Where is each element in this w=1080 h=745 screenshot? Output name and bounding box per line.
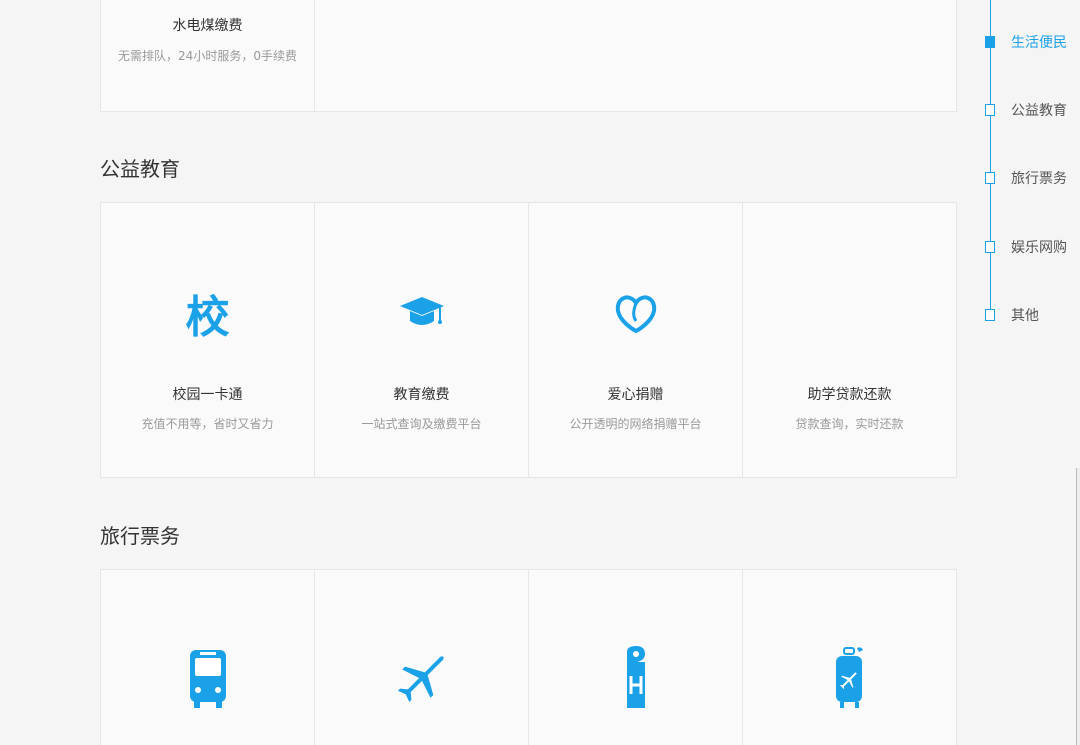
card-title: 助学贷款还款 bbox=[807, 387, 892, 403]
card-desc: 一站式查询及缴费平台 bbox=[361, 417, 482, 431]
side-nav: 生活便民 公益教育 旅行票务 娱乐网购 其他 bbox=[980, 0, 1080, 340]
scrollbar[interactable] bbox=[1076, 468, 1080, 745]
travel-card-row bbox=[100, 569, 957, 745]
card-title: 爱心捐赠 bbox=[607, 387, 664, 403]
flight-ticket-card[interactable] bbox=[315, 570, 529, 745]
card-desc: 无需排队，24小时服务，0手续费 bbox=[118, 49, 297, 63]
card-title: 水电煤缴费 bbox=[172, 18, 243, 34]
side-nav-label: 生活便民 bbox=[1011, 35, 1067, 51]
airplane-icon bbox=[392, 648, 452, 708]
section-title-travel: 旅行票务 bbox=[100, 524, 180, 548]
life-card-row: 水电煤缴费 无需排队，24小时服务，0手续费 bbox=[100, 0, 957, 112]
card-desc: 贷款查询，实时还款 bbox=[795, 417, 904, 431]
side-nav-item-travel[interactable]: 旅行票务 bbox=[985, 168, 1067, 188]
side-nav-item-other[interactable]: 其他 bbox=[985, 305, 1039, 325]
luggage-icon bbox=[820, 647, 880, 708]
side-nav-item-life[interactable]: 生活便民 bbox=[985, 32, 1067, 52]
bullet-square-icon bbox=[985, 36, 995, 48]
empty-card bbox=[315, 0, 956, 111]
bus-icon bbox=[178, 648, 238, 708]
heart-icon bbox=[606, 283, 666, 343]
bullet-square-icon bbox=[985, 104, 995, 116]
card-title: 校园一卡通 bbox=[172, 387, 243, 403]
side-nav-label: 公益教育 bbox=[1011, 103, 1067, 119]
side-nav-label: 娱乐网购 bbox=[1011, 240, 1067, 256]
page: 水电煤缴费 无需排队，24小时服务，0手续费 公益教育 校 校园一卡通 充值不用… bbox=[0, 0, 1080, 745]
card-title: 教育缴费 bbox=[393, 387, 450, 403]
utility-payment-card[interactable]: 水电煤缴费 无需排队，24小时服务，0手续费 bbox=[101, 0, 315, 111]
hotel-tag-icon bbox=[606, 646, 666, 708]
bullet-square-icon bbox=[985, 241, 995, 253]
card-desc: 充值不用等，省时又省力 bbox=[141, 417, 274, 431]
student-loan-card[interactable]: 助学贷款还款 贷款查询，实时还款 bbox=[743, 203, 956, 477]
edu-card-row: 校 校园一卡通 充值不用等，省时又省力 教育缴费 一站式查询及缴费平台 爱心捐赠… bbox=[100, 202, 957, 478]
card-desc: 公开透明的网络捐赠平台 bbox=[569, 417, 702, 431]
campus-card-card[interactable]: 校 校园一卡通 充值不用等，省时又省力 bbox=[101, 203, 315, 477]
edu-payment-card[interactable]: 教育缴费 一站式查询及缴费平台 bbox=[315, 203, 529, 477]
school-char-icon: 校 bbox=[185, 292, 230, 343]
bullet-square-icon bbox=[985, 172, 995, 184]
side-nav-label: 其他 bbox=[1011, 308, 1039, 324]
side-nav-label: 旅行票务 bbox=[1011, 171, 1067, 187]
luggage-card[interactable] bbox=[743, 570, 956, 745]
section-title-edu: 公益教育 bbox=[100, 157, 180, 181]
side-nav-item-entertainment[interactable]: 娱乐网购 bbox=[985, 237, 1067, 257]
charity-donation-card[interactable]: 爱心捐赠 公开透明的网络捐赠平台 bbox=[529, 203, 743, 477]
side-nav-item-edu[interactable]: 公益教育 bbox=[985, 100, 1067, 120]
bus-ticket-card[interactable] bbox=[101, 570, 315, 745]
hotel-booking-card[interactable] bbox=[529, 570, 743, 745]
graduation-cap-icon bbox=[392, 283, 452, 343]
bullet-square-icon bbox=[985, 309, 995, 321]
